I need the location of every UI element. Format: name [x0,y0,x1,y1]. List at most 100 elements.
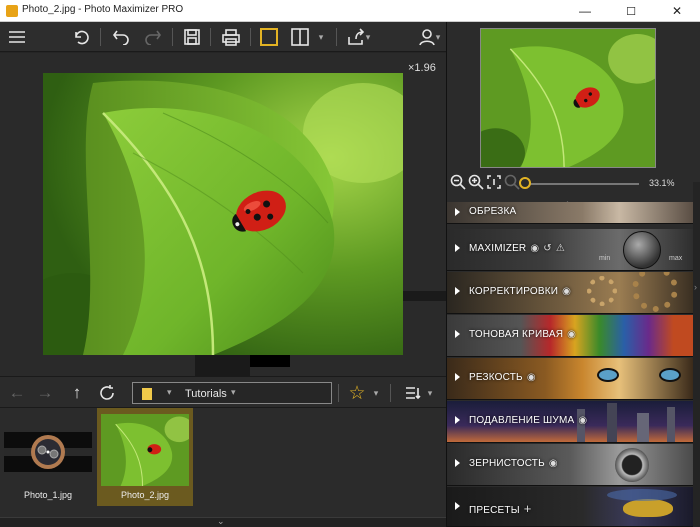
city-building-image [637,413,649,442]
folder-path-box[interactable]: ▾ Tutorials ▾ [132,382,332,404]
panel-label: ТОНОВАЯ КРИВАЯ [469,329,564,340]
panel-noise-reduction[interactable]: ПОДАВЛЕНИЕ ШУМА ◉ [447,401,693,443]
dial-knob-image [623,231,661,269]
canvas-shadow [403,291,446,301]
back-arrow-icon[interactable]: ← [4,381,30,405]
folder-chevron-icon[interactable]: ▾ [167,387,172,398]
thumbnail-photo-1[interactable]: Photo_1.jpg [0,408,96,506]
panel-label-row: КОРРЕКТИРОВКИ ◉ [469,286,571,297]
city-building-image [667,407,675,442]
panel-label: РЕЗКОСТЬ [469,372,523,383]
undo-all-icon[interactable] [68,25,94,49]
refresh-icon[interactable] [94,381,120,405]
share-dropdown-chevron-icon[interactable]: ▾ [362,25,374,49]
ladybug-thumbnail-image [101,414,189,486]
thumbnail-label: Photo_2.jpg [120,490,170,500]
panel-maximizer[interactable]: min max MAXIMIZER ◉ ↺ ⚠ [447,229,693,271]
expand-arrow-icon [455,416,460,424]
eye-icon[interactable]: ◉ [562,286,571,297]
panel-label: ПОДАВЛЕНИЕ ШУМА [469,415,575,426]
thumbnail-strip: Photo_1.jpg Photo_2.jpg [0,408,446,518]
minimize-button[interactable]: — [562,0,608,22]
expand-arrow-icon [455,330,460,338]
eye-icon[interactable]: ◉ [549,458,558,469]
tiger-eye-image [659,368,681,382]
main-photo[interactable] [43,73,403,355]
zoom-controls: 33.1% [447,172,700,196]
panel-collapse-handle[interactable]: ⌄ [0,516,446,527]
account-dropdown-chevron-icon[interactable]: ▾ [432,25,444,49]
panel-presets[interactable]: ПРЕСЕТЫ + [447,487,693,527]
file-navigation-bar: ← → ↑ ▾ Tutorials ▾ ☆ ▾ ▾ [0,376,446,408]
save-icon[interactable] [179,25,205,49]
undo-icon[interactable] [108,25,134,49]
eye-icon[interactable]: ◉ [527,372,536,383]
sort-list-icon[interactable] [400,381,426,405]
panel-label: ОБРЕЗКА [469,206,517,217]
split-view-icon[interactable] [287,25,313,49]
folder-name: Tutorials [185,388,227,400]
sidebar-expand-handle[interactable]: › [693,182,700,527]
close-button[interactable]: ✕ [654,0,700,22]
collapse-chevron-icon: ⌄ [217,516,225,526]
panel-crop[interactable]: ОБРЕЗКА [447,202,693,224]
navigator-preview[interactable] [480,28,656,168]
panel-adjustments[interactable]: КОРРЕКТИРОВКИ ◉ [447,272,693,314]
favorite-star-icon[interactable]: ☆ [344,381,370,405]
zoom-out-icon[interactable] [449,170,467,194]
city-building-image [607,403,617,442]
zoom-percent: 33.1% [649,178,675,188]
eye-icon[interactable]: ◉ [530,243,539,254]
maximize-button[interactable]: ☐ [608,0,654,22]
nav-divider [390,384,391,402]
forward-arrow-icon[interactable]: → [32,381,58,405]
thumbnail-photo-2[interactable]: Photo_2.jpg [97,408,193,506]
sidebar-chevron-icon: › [694,282,697,292]
up-arrow-icon[interactable]: ↑ [64,381,90,405]
favorite-dropdown-chevron-icon[interactable]: ▾ [370,381,382,405]
gear-image [587,276,617,306]
app-icon [6,5,18,17]
nav-divider [338,384,339,402]
add-preset-icon[interactable]: + [524,501,532,516]
zoom-in-icon[interactable] [467,170,485,194]
toolbar-divider [336,28,337,46]
folder-icon [142,388,152,400]
eye-icon[interactable]: ◉ [567,329,576,340]
toolbar-divider [210,28,211,46]
sort-dropdown-chevron-icon[interactable]: ▾ [424,381,436,405]
magic-lamp-image [623,499,673,517]
eye-icon[interactable]: ◉ [578,415,587,426]
toolbar: ▾ ▾ ▾ [0,22,446,52]
warning-icon[interactable]: ⚠ [556,243,565,254]
actual-size-icon[interactable] [485,170,503,194]
tiger-eye-image [597,368,619,382]
panel-label-row: РЕЗКОСТЬ ◉ [469,372,536,383]
panel-tone-curve[interactable]: ТОНОВАЯ КРИВАЯ ◉ [447,315,693,357]
view-dropdown-chevron-icon[interactable]: ▾ [314,25,328,49]
reset-icon[interactable]: ↺ [543,243,552,254]
panel-label: MAXIMIZER [469,243,527,254]
single-view-icon[interactable] [256,25,282,49]
panel-label-row: ТОНОВАЯ КРИВАЯ ◉ [469,329,576,340]
panel-label-row: ПОДАВЛЕНИЕ ШУМА ◉ [469,415,587,426]
menu-icon[interactable] [4,25,30,49]
path-chevron-icon[interactable]: ▾ [231,387,236,398]
panel-label: ЗЕРНИСТОСТЬ [469,458,545,469]
watch-thumbnail-image [4,432,92,472]
redo-icon[interactable] [140,25,166,49]
canvas-shadow [250,355,290,367]
zoom-factor-label: ×1.96 [408,62,436,74]
zoom-slider-track[interactable] [523,183,639,185]
expand-arrow-icon [455,373,460,381]
expand-arrow-icon [455,244,460,252]
panel-grain[interactable]: ЗЕРНИСТОСТЬ ◉ [447,444,693,486]
panel-sharpness[interactable]: РЕЗКОСТЬ ◉ [447,358,693,400]
expand-arrow-icon [455,287,460,295]
zoom-slider-knob[interactable] [519,177,531,189]
panel-label-row: ПРЕСЕТЫ + [469,501,532,516]
gear-image [632,272,678,312]
print-icon[interactable] [218,25,244,49]
image-canvas[interactable] [0,53,446,376]
toolbar-divider [250,28,251,46]
